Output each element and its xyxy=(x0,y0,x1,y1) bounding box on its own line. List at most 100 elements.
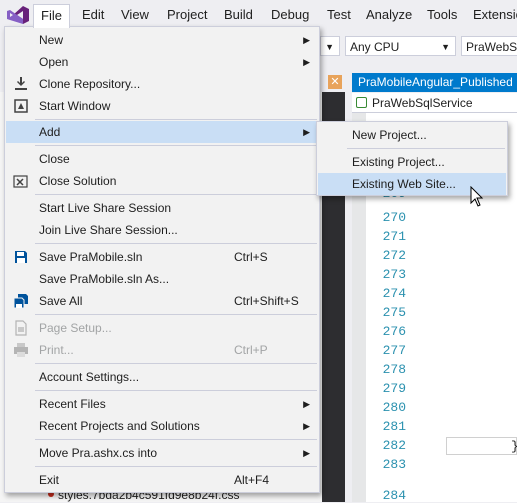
menu-item-label: Page Setup... xyxy=(39,321,112,335)
menu-item-shortcut: Ctrl+P xyxy=(234,343,268,357)
current-line-highlight xyxy=(446,437,517,455)
menu-separator xyxy=(35,314,317,315)
menu-item-label: Save All xyxy=(39,294,83,308)
menu-item-start-window[interactable]: Start Window xyxy=(6,95,318,117)
menu-item-add[interactable]: Add ▶ xyxy=(6,121,318,143)
menu-item-shortcut: Alt+F4 xyxy=(234,473,270,487)
menu-item-join-live-share[interactable]: Join Live Share Session... xyxy=(6,219,318,241)
platform-combo[interactable]: Any CPU ▼ xyxy=(345,36,456,56)
line-number: 274 xyxy=(382,286,406,301)
menu-item-label: Open xyxy=(39,55,69,69)
add-submenu: New Project... Existing Project... Exist… xyxy=(316,121,508,196)
menu-item-label: Recent Projects and Solutions xyxy=(39,419,200,433)
line-number: 281 xyxy=(382,419,406,434)
visual-studio-logo-icon[interactable] xyxy=(6,5,30,25)
submenu-item-new-project[interactable]: New Project... xyxy=(318,124,506,146)
menu-test[interactable]: Test xyxy=(320,5,358,25)
menu-edit[interactable]: Edit xyxy=(75,5,111,25)
menu-item-label: Recent Files xyxy=(39,397,106,411)
menu-separator xyxy=(35,363,317,364)
menu-build[interactable]: Build xyxy=(217,5,260,25)
platform-value: Any CPU xyxy=(350,40,400,54)
menu-item-label: Join Live Share Session... xyxy=(39,223,178,237)
menu-item-page-setup: Page Setup... xyxy=(6,317,318,339)
page-setup-icon xyxy=(15,320,27,336)
menu-item-label: Start Window xyxy=(39,99,111,113)
menu-separator xyxy=(35,439,317,440)
menu-item-label: Start Live Share Session xyxy=(39,201,172,215)
menu-separator xyxy=(35,466,317,467)
menu-item-clone-repository[interactable]: Clone Repository... xyxy=(6,73,318,95)
code-brace: } xyxy=(511,439,517,454)
config-combo[interactable]: ▼ xyxy=(320,36,340,56)
line-number: 280 xyxy=(382,400,406,415)
menu-item-account-settings[interactable]: Account Settings... xyxy=(6,366,318,388)
menu-item-label: Close Solution xyxy=(39,174,117,188)
menu-item-label: Print... xyxy=(39,343,74,357)
menu-item-open[interactable]: Open ▶ xyxy=(6,51,318,73)
submenu-arrow-icon: ▶ xyxy=(303,421,310,431)
menu-item-new[interactable]: New ▶ xyxy=(6,29,318,51)
menu-item-save-all[interactable]: Save All Ctrl+Shift+S xyxy=(6,290,318,312)
menu-item-label: Save PraMobile.sln As... xyxy=(39,272,170,286)
chevron-down-icon: ▼ xyxy=(325,42,334,52)
line-number: 271 xyxy=(382,229,406,244)
menu-view[interactable]: View xyxy=(114,5,156,25)
submenu-arrow-icon: ▶ xyxy=(303,127,310,137)
menu-item-label: Account Settings... xyxy=(39,370,140,384)
line-number: 272 xyxy=(382,248,406,263)
line-number: 282 xyxy=(382,438,406,453)
menu-separator xyxy=(347,148,505,149)
line-number: 284 xyxy=(382,488,406,503)
menu-item-start-live-share[interactable]: Start Live Share Session xyxy=(6,197,318,219)
menu-item-exit[interactable]: Exit Alt+F4 xyxy=(6,469,318,491)
submenu-arrow-icon: ▶ xyxy=(303,57,310,67)
line-number: 279 xyxy=(382,381,406,396)
save-icon xyxy=(15,251,27,263)
menu-analyze[interactable]: Analyze xyxy=(359,5,419,25)
clone-icon xyxy=(15,77,27,90)
menu-item-label: Exit xyxy=(39,473,60,487)
submenu-arrow-icon: ▶ xyxy=(303,448,310,458)
mouse-cursor-icon xyxy=(470,186,484,207)
menu-item-close-solution[interactable]: Close Solution xyxy=(6,170,318,192)
menu-item-label: Save PraMobile.sln xyxy=(39,250,143,264)
line-number: 277 xyxy=(382,343,406,358)
chevron-down-icon: ▼ xyxy=(441,42,450,52)
menu-item-recent-projects[interactable]: Recent Projects and Solutions ▶ xyxy=(6,415,318,437)
menu-item-shortcut: Ctrl+S xyxy=(234,250,268,264)
submenu-arrow-icon: ▶ xyxy=(303,399,310,409)
menu-separator xyxy=(35,390,317,391)
startup-project-combo[interactable]: PraWebSc xyxy=(461,36,517,56)
menu-item-move-into[interactable]: Move Pra.ashx.cs into ▶ xyxy=(6,442,318,464)
line-number: 273 xyxy=(382,267,406,282)
line-number: 270 xyxy=(382,210,406,225)
menu-debug[interactable]: Debug xyxy=(264,5,316,25)
menu-item-save-as[interactable]: Save PraMobile.sln As... xyxy=(6,268,318,290)
menu-separator xyxy=(35,243,317,244)
submenu-item-existing-project[interactable]: Existing Project... xyxy=(318,151,506,173)
menu-item-print: Print... Ctrl+P xyxy=(6,339,318,361)
menu-item-save[interactable]: Save PraMobile.sln Ctrl+S xyxy=(6,246,318,268)
menu-item-close[interactable]: Close xyxy=(6,148,318,170)
menu-item-label: Clone Repository... xyxy=(39,77,141,91)
document-tab[interactable]: PraMobileAngular_Published xyxy=(352,73,517,92)
menu-item-recent-files[interactable]: Recent Files ▶ xyxy=(6,393,318,415)
close-icon[interactable]: ✕ xyxy=(328,75,342,89)
nav-class-name: PraWebSqlService xyxy=(372,96,473,110)
navigation-bar[interactable]: PraWebSqlService xyxy=(352,93,517,113)
line-number: 278 xyxy=(382,362,406,377)
menu-tools[interactable]: Tools xyxy=(420,5,464,25)
menu-item-shortcut: Ctrl+Shift+S xyxy=(234,294,299,308)
menu-extensions[interactable]: Extensio xyxy=(466,5,517,25)
menu-file[interactable]: File xyxy=(33,4,70,28)
class-icon xyxy=(356,97,367,108)
menu-project[interactable]: Project xyxy=(160,5,214,25)
submenu-item-label: Existing Web Site... xyxy=(352,177,456,191)
menu-item-label: Move Pra.ashx.cs into xyxy=(39,446,158,460)
line-number: 283 xyxy=(382,457,406,472)
menu-separator xyxy=(35,145,317,146)
menu-separator xyxy=(35,119,317,120)
start-window-icon xyxy=(14,99,28,113)
line-number: 276 xyxy=(382,324,406,339)
